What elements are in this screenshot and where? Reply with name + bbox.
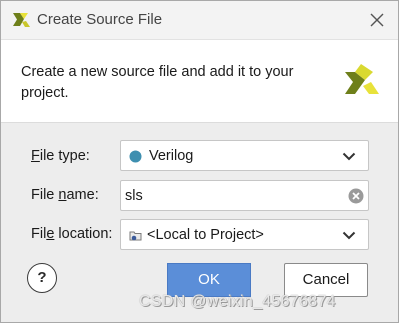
file-type-label-mnemonic: F [31,148,40,164]
clear-icon[interactable] [348,188,364,204]
verilog-dot-icon [129,150,142,163]
xilinx-logo-icon [13,13,30,27]
create-source-file-dialog: Create Source File Create a new source f… [0,0,399,323]
file-name-input[interactable]: sls [120,180,369,211]
window-title: Create Source File [37,11,163,28]
file-type-label: File type: [31,148,90,164]
file-name-label-rest: ame: [66,187,99,203]
dialog-header: Create a new source file and add it to y… [1,40,398,123]
file-location-label-rest: location: [54,226,113,242]
file-name-label: File name: [31,187,99,203]
chevron-down-icon[interactable] [342,231,356,240]
file-name-label-pre: File [31,187,59,203]
title-bar: Create Source File [1,1,398,40]
file-location-select[interactable]: <Local to Project> [120,219,369,250]
ok-button[interactable]: OK [167,263,251,297]
folder-icon [129,231,142,241]
file-location-value: <Local to Project> [147,227,264,243]
chevron-down-icon[interactable] [342,152,356,161]
file-location-label-pre: Fil [31,226,47,242]
file-location-label: File location: [31,226,112,242]
watermark: CSDN @weixin_45676874 [139,293,336,310]
xilinx-logo-icon [345,64,379,94]
dialog-description: Create a new source file and add it to y… [21,64,294,101]
file-name-value[interactable]: sls [125,188,143,204]
file-type-select[interactable]: Verilog [120,140,369,171]
help-button[interactable]: ? [27,263,57,293]
cancel-button[interactable]: Cancel [284,263,368,297]
file-type-label-rest: ile type: [39,148,90,164]
close-icon[interactable] [366,9,388,31]
file-type-value: Verilog [149,148,194,164]
